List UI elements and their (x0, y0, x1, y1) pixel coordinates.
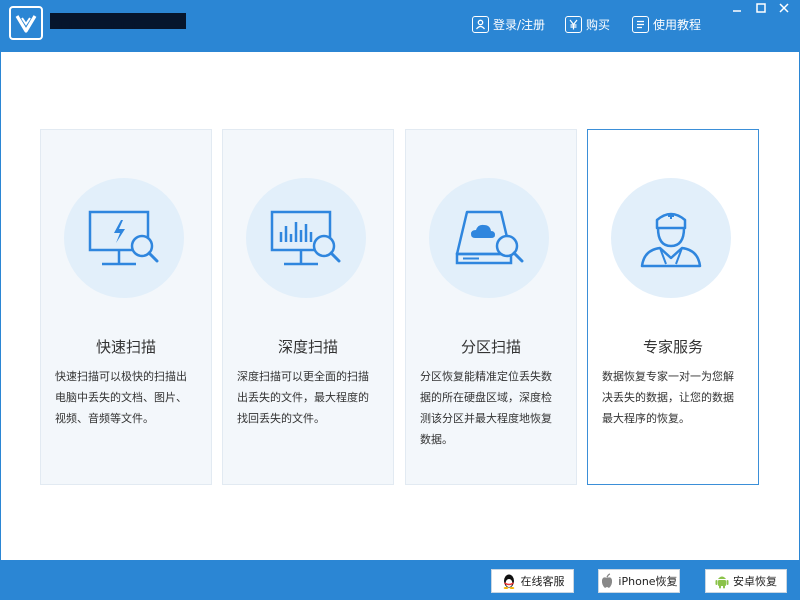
tutorial-link[interactable]: 使用教程 (632, 14, 701, 34)
monitor-chart-search-icon (246, 178, 366, 298)
user-login-icon (472, 15, 489, 33)
main-content: 快速扫描 快速扫描可以极快的扫描出 电脑中丢失的文档、图片、 视频、音频等文件。… (1, 52, 799, 560)
qq-penguin-icon (501, 573, 517, 589)
tutorial-label: 使用教程 (653, 17, 702, 32)
expert-service-description: 数据恢复专家一对一为您解 决丢失的数据，让您的数据 最大程序的恢复。 (602, 370, 734, 425)
title-bar: ■■■■■■■■■ 登录/注册 购买 使用教程 (0, 0, 800, 52)
expert-service-title: 专家服务 (642, 338, 703, 356)
close-icon (779, 3, 789, 13)
quick-scan-description: 快速扫描可以极快的扫描出 电脑中丢失的文档、图片、 视频、音频等文件。 (55, 370, 187, 425)
close-button[interactable] (774, 0, 794, 16)
deep-scan-description: 深度扫描可以更全面的扫描 出丢失的文件，最大程度的 找回丢失的文件。 (237, 370, 369, 425)
expert-person-icon (611, 178, 731, 298)
android-recovery-button[interactable]: 安卓恢复 (705, 569, 787, 593)
iphone-recovery-button[interactable]: iPhone恢复 (598, 569, 680, 593)
login-register-link[interactable]: 登录/注册 (472, 14, 545, 34)
disk-cloud-search-icon (429, 178, 549, 298)
yen-icon (565, 15, 582, 33)
buy-link[interactable]: 购买 (565, 14, 610, 34)
deep-scan-card[interactable]: 深度扫描 深度扫描可以更全面的扫描 出丢失的文件，最大程度的 找回丢失的文件。 (222, 129, 394, 485)
maximize-button[interactable] (751, 0, 771, 16)
deep-scan-title: 深度扫描 (277, 338, 338, 356)
partition-scan-title: 分区扫描 (460, 338, 521, 356)
monitor-lightning-search-icon (64, 178, 184, 298)
android-icon (715, 573, 729, 589)
partition-scan-card[interactable]: 分区扫描 分区恢复能精准定位丢失数 据的所在硬盘区域，深度检 测该分区并最大程度… (405, 129, 577, 485)
minimize-icon (733, 10, 741, 12)
online-support-label: 在线客服 (520, 575, 565, 588)
iphone-recovery-label: iPhone恢复 (618, 575, 678, 588)
quick-scan-card[interactable]: 快速扫描 快速扫描可以极快的扫描出 电脑中丢失的文档、图片、 视频、音频等文件。 (40, 129, 212, 485)
document-icon (632, 15, 649, 33)
maximize-icon (756, 3, 766, 13)
app-logo-icon (9, 6, 43, 40)
app-title: ■■■■■■■■■ (50, 13, 186, 29)
login-register-label: 登录/注册 (493, 17, 546, 32)
minimize-button[interactable] (727, 0, 747, 16)
apple-icon (600, 573, 614, 589)
android-recovery-label: 安卓恢复 (733, 575, 777, 588)
online-support-button[interactable]: 在线客服 (491, 569, 574, 593)
partition-scan-description: 分区恢复能精准定位丢失数 据的所在硬盘区域，深度检 测该分区并最大程度地恢复 数… (420, 370, 552, 446)
quick-scan-title: 快速扫描 (95, 338, 156, 356)
expert-service-card[interactable]: 专家服务 数据恢复专家一对一为您解 决丢失的数据，让您的数据 最大程序的恢复。 (587, 129, 759, 485)
bottom-bar: 在线客服 iPhone恢复 安卓恢复 (0, 560, 800, 600)
buy-label: 购买 (586, 17, 611, 32)
